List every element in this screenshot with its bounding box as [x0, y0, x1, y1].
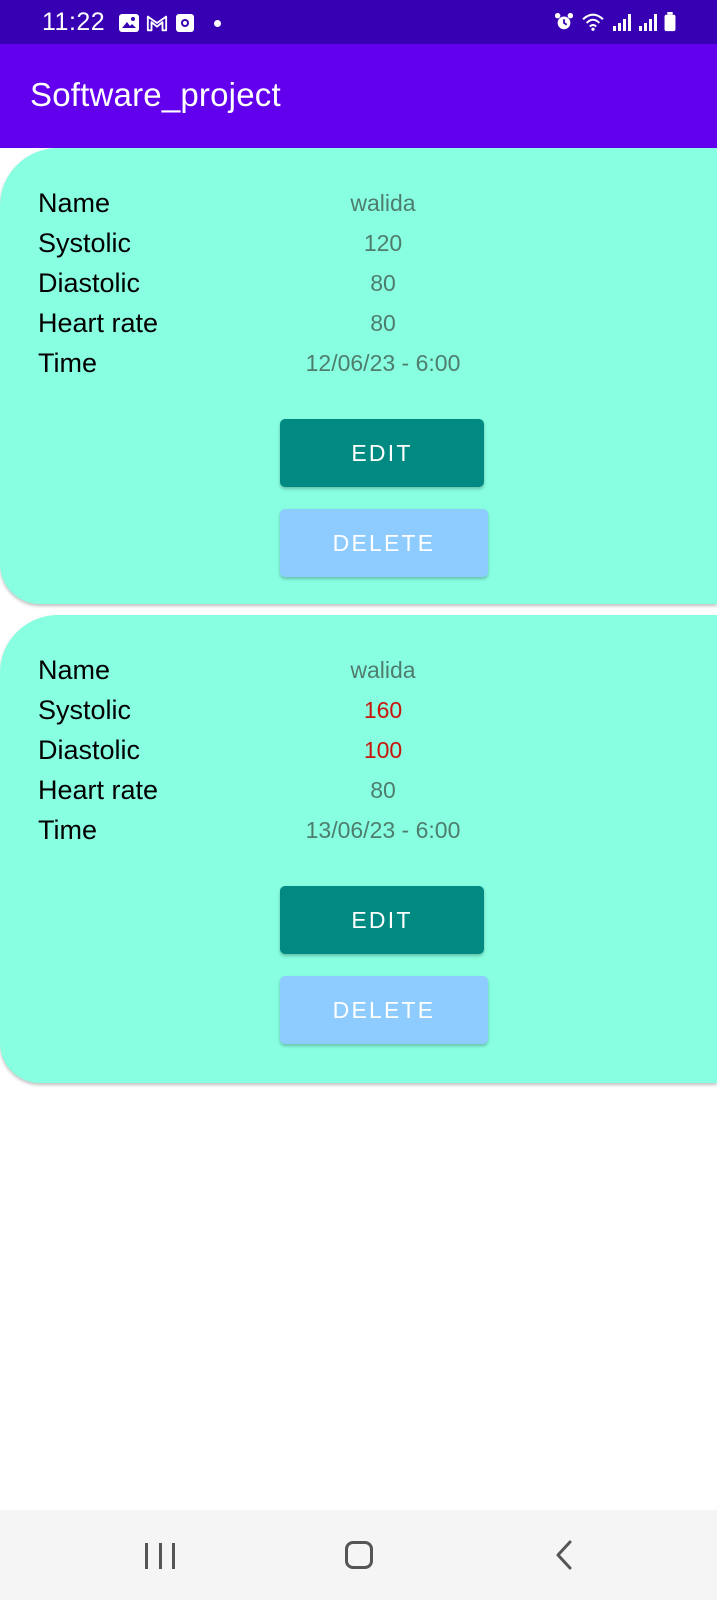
diastolic-value: 80	[370, 270, 396, 296]
app-bar: Software_project	[0, 44, 717, 148]
alarm-icon	[554, 12, 574, 30]
name-row: Name walida	[0, 655, 717, 695]
systolic-label: Systolic	[38, 228, 132, 258]
record-card: Name walida Systolic 160 Diastolic 100 H…	[0, 615, 717, 1083]
systolic-row: Systolic 160	[0, 695, 717, 735]
heart-rate-row: Heart rate 80	[0, 308, 717, 348]
edit-button[interactable]: EDIT	[280, 886, 484, 954]
heart-rate-value: 80	[370, 777, 396, 803]
edit-button[interactable]: EDIT	[280, 419, 484, 487]
diastolic-label: Diastolic	[38, 735, 141, 765]
diastolic-row: Diastolic 100	[0, 735, 717, 775]
systolic-value: 160	[363, 697, 403, 723]
time-label: Time	[38, 348, 97, 378]
heart-rate-value: 80	[370, 310, 396, 336]
signal-icon	[639, 14, 657, 31]
system-nav-bar	[0, 1510, 717, 1600]
time-value: 13/06/23 - 6:00	[305, 817, 461, 843]
name-label: Name	[38, 188, 111, 218]
notification-icons	[118, 13, 221, 33]
recents-icon[interactable]	[145, 1543, 175, 1569]
diastolic-row: Diastolic 80	[0, 268, 717, 308]
app-icon	[176, 14, 194, 32]
status-time: 11:22	[42, 8, 106, 36]
status-bar: 11:22	[0, 0, 717, 44]
systolic-value: 120	[363, 230, 403, 256]
back-icon[interactable]	[550, 1538, 580, 1572]
heart-rate-label: Heart rate	[38, 775, 159, 805]
record-card: Name walida Systolic 120 Diastolic 80 He…	[0, 148, 717, 604]
signal-icon	[613, 14, 631, 31]
diastolic-label: Diastolic	[38, 268, 141, 298]
name-row: Name walida	[0, 188, 717, 228]
delete-button[interactable]: DELETE	[280, 976, 488, 1044]
battery-icon	[664, 12, 676, 32]
time-label: Time	[38, 815, 97, 845]
gmail-icon	[146, 15, 168, 32]
delete-button[interactable]: DELETE	[280, 509, 488, 577]
time-value: 12/06/23 - 6:00	[305, 350, 461, 376]
app-title: Software_project	[30, 76, 281, 113]
name-label: Name	[38, 655, 111, 685]
diastolic-value: 100	[363, 737, 403, 763]
heart-rate-row: Heart rate 80	[0, 775, 717, 815]
heart-rate-label: Heart rate	[38, 308, 159, 338]
wifi-icon	[582, 13, 604, 31]
notification-dot	[214, 19, 221, 27]
time-row: Time 13/06/23 - 6:00	[0, 815, 717, 855]
systolic-row: Systolic 120	[0, 228, 717, 268]
image-icon	[119, 14, 139, 32]
home-icon[interactable]	[345, 1541, 373, 1569]
system-icons	[553, 12, 677, 32]
time-row: Time 12/06/23 - 6:00	[0, 348, 717, 388]
systolic-label: Systolic	[38, 695, 132, 725]
name-value: walida	[350, 190, 416, 216]
name-value: walida	[350, 657, 416, 683]
